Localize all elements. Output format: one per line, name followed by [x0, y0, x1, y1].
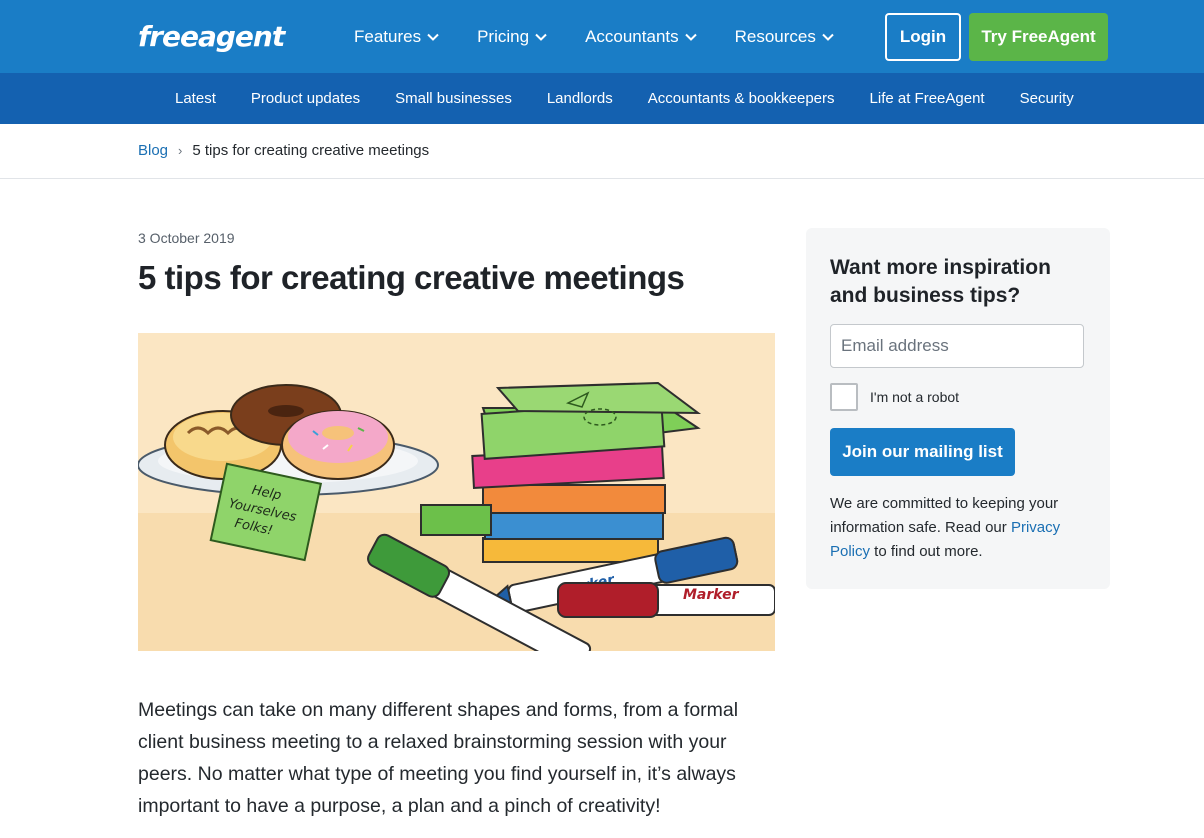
newsletter-heading: Want more inspiration and business tips? — [830, 256, 1051, 307]
join-mailing-list-button[interactable]: Join our mailing list — [830, 428, 1015, 476]
subnav-item-life-at-freeagent[interactable]: Life at FreeAgent — [870, 90, 985, 107]
nav-features-label: Features — [354, 27, 422, 46]
login-button[interactable]: Login — [885, 13, 961, 61]
privacy-note: We are committed to keeping your informa… — [830, 492, 1092, 564]
recaptcha-label: I'm not a robot — [870, 389, 960, 405]
nav-accountants-label: Accountants — [585, 27, 679, 46]
post-date: 3 October 2019 — [138, 230, 235, 246]
chevron-down-icon — [535, 33, 547, 41]
chevron-down-icon — [684, 33, 697, 41]
recaptcha-checkbox[interactable] — [830, 383, 858, 411]
subnav-item-landlords[interactable]: Landlords — [547, 90, 613, 107]
newsletter-signup: Want more inspiration and business tips?… — [806, 228, 1110, 589]
breadcrumb-current: 5 tips for creating creative meetings — [192, 142, 430, 159]
try-freeagent-button[interactable]: Try FreeAgent — [969, 13, 1108, 61]
freeagent-logo[interactable]: freeagent — [138, 17, 290, 57]
breadcrumb: Blog › 5 tips for creating creative meet… — [138, 142, 429, 159]
subnav-item-accountants-bookkeepers[interactable]: Accountants & bookkeepers — [648, 90, 835, 107]
nav-resources-label: Resources — [734, 27, 816, 46]
article-intro: Meetings can take on many different shap… — [138, 699, 739, 817]
breadcrumb-blog-link[interactable]: Blog — [138, 142, 168, 159]
nav-resources[interactable]: Resources — [735, 27, 834, 47]
chevron-down-icon — [822, 33, 834, 41]
main-nav: Features Pricing Accountants Resources — [354, 24, 872, 50]
email-field[interactable] — [830, 324, 1084, 368]
subnav-item-security[interactable]: Security — [1020, 90, 1074, 107]
red-marker-label: Marker — [683, 587, 740, 603]
blog-category-bar: Latest Product updates Small businesses … — [0, 73, 1204, 124]
chevron-down-icon — [427, 33, 439, 41]
breadcrumb-separator: › — [178, 143, 183, 158]
subnav-item-product-updates[interactable]: Product updates — [251, 90, 360, 107]
nav-pricing[interactable]: Pricing — [477, 27, 547, 47]
blog-category-nav: Latest Product updates Small businesses … — [175, 73, 1109, 124]
subnav-item-small-businesses[interactable]: Small businesses — [395, 90, 512, 107]
post-title: 5 tips for creating creative meetings — [138, 259, 685, 296]
top-navigation-bar: freeagent Features Pricing Accountants R… — [0, 0, 1204, 73]
svg-text:freeagent: freeagent — [138, 20, 287, 53]
hero-illustration: Help Yourselves Folks! Marker Marker — [138, 333, 775, 651]
nav-pricing-label: Pricing — [477, 27, 530, 46]
nav-features[interactable]: Features — [354, 27, 439, 47]
privacy-note-suffix: to find out more. — [870, 543, 983, 560]
recaptcha: I'm not a robot — [830, 383, 959, 411]
meeting-illustration: Help Yourselves Folks! Marker Marker — [138, 381, 775, 651]
freeagent-logo-mark: freeagent — [138, 20, 288, 53]
nav-accountants[interactable]: Accountants — [585, 27, 697, 47]
subnav-item-latest[interactable]: Latest — [175, 90, 216, 107]
breadcrumb-bar: Blog › 5 tips for creating creative meet… — [0, 124, 1204, 179]
